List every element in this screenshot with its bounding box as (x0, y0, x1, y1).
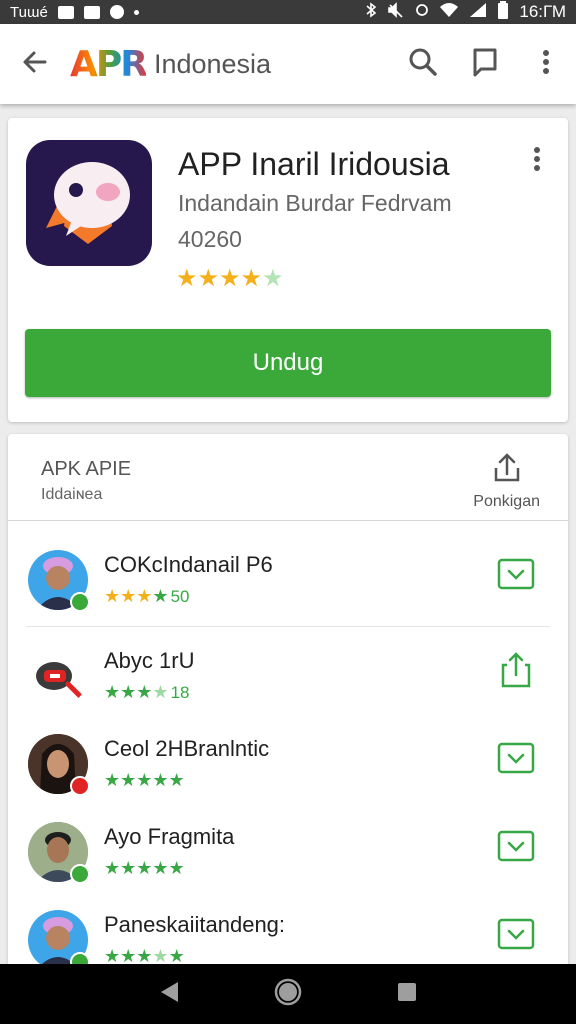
back-arrow-icon (21, 48, 49, 81)
avatar (28, 734, 90, 796)
list-item[interactable]: COKcIndanail P6 ★★★★ 50 (8, 534, 568, 622)
store-logo[interactable]: APR Indonesia (70, 44, 271, 85)
app-rating: ★★★★★ (176, 264, 284, 293)
share-button[interactable]: Ponkigan (473, 452, 540, 511)
download-icon (497, 558, 535, 595)
related-apps-card: APK APIE Iddaiɴea Ponkigan COKcIndanail … (8, 434, 568, 994)
signal-icon (469, 2, 487, 22)
install-label: Unduɡ (252, 349, 324, 376)
divider (8, 520, 568, 521)
more-vert-icon (533, 146, 541, 177)
clock: 16:ГМ (519, 2, 566, 21)
system-nav-bar (0, 964, 576, 1024)
bluetooth-icon (365, 2, 377, 22)
notification-icon (57, 5, 74, 19)
item-name: Ceol 2HBranlntic (104, 736, 270, 761)
list-item[interactable]: Abyc 1rU ★★★★ 18 (8, 630, 568, 718)
star-icon: ★ (262, 265, 284, 292)
carrier-label: Tu⁠ɯé (10, 3, 48, 21)
bookmark-icon (472, 47, 498, 82)
share-item-button[interactable] (496, 651, 536, 694)
notification-dot-icon (133, 9, 139, 15)
star-icon: ★ (219, 265, 241, 292)
list-item[interactable]: Ayo Fragmita ★★★★★ (8, 806, 568, 894)
item-rating: ★★★★★ (104, 770, 185, 790)
item-name: Ayo Fragmita (104, 824, 235, 849)
item-name: Paneskaiitandeng: (104, 912, 286, 937)
share-icon (499, 651, 533, 694)
nav-recents-icon (396, 981, 418, 1008)
star-icon: ★ (240, 265, 263, 292)
vibrate-icon (415, 2, 429, 22)
app-more-button[interactable] (522, 146, 552, 176)
notification-icon (109, 5, 124, 19)
download-button[interactable] (496, 828, 536, 868)
bookmark-button[interactable] (454, 24, 516, 104)
nav-recents-button[interactable] (382, 969, 432, 1019)
list-item[interactable]: Ceol 2HBranlntic ★★★★★ (8, 718, 568, 806)
developer-name[interactable]: Indandain Burdar Fedrvam (178, 190, 452, 217)
download-button[interactable] (496, 556, 536, 596)
avatar (28, 910, 90, 972)
item-name: Abyc 1rU (104, 648, 195, 673)
more-options-button[interactable] (516, 24, 576, 104)
badge-icon (70, 864, 90, 884)
app-title: APP Inaril Iridousia (178, 146, 450, 182)
item-name: COKcIndanail P6 (104, 552, 273, 577)
top-app-bar: APR Indonesia (0, 24, 576, 104)
nav-home-button[interactable] (263, 969, 313, 1019)
back-button[interactable] (0, 24, 70, 104)
share-label: Ponkigan (473, 493, 540, 510)
download-button[interactable] (496, 916, 536, 956)
download-icon (497, 918, 535, 955)
search-button[interactable] (392, 24, 454, 104)
avatar (28, 550, 90, 612)
item-rating: ★★★★ 18 (104, 682, 190, 702)
battery-icon (497, 1, 509, 23)
section-title: APK APIE (41, 458, 132, 480)
nav-back-button[interactable] (144, 969, 194, 1019)
section-subtitle: Iddaiɴea (41, 486, 103, 503)
download-button[interactable] (496, 740, 536, 780)
app-icon[interactable] (26, 140, 152, 266)
logo-text: Indonesia (153, 48, 272, 79)
divider (26, 626, 550, 627)
avatar (28, 646, 88, 706)
item-rating: ★★★★★ (104, 858, 185, 878)
avatar (28, 822, 90, 884)
logo-mark: APR (70, 43, 148, 85)
star-icon: ★ (176, 265, 198, 292)
item-rating: ★★★★ 50 (104, 586, 190, 606)
install-button[interactable]: Unduɡ (25, 329, 551, 397)
wifi-icon (439, 2, 459, 22)
download-icon (497, 742, 535, 779)
download-count: 40260 (178, 226, 242, 252)
search-icon (408, 47, 438, 82)
nav-home-icon (273, 977, 303, 1012)
badge-icon (70, 592, 90, 612)
app-detail-card: APP Inaril Iridousia Indandain Burdar Fe… (8, 118, 568, 422)
more-vert-icon (542, 49, 550, 80)
star-icon: ★ (197, 265, 220, 292)
download-icon (497, 830, 535, 867)
status-bar: Tu⁠ɯé 16:ГМ (0, 0, 576, 24)
nav-back-icon (158, 980, 180, 1009)
notification-icon (83, 5, 100, 19)
badge-icon (70, 776, 90, 796)
share-icon (490, 452, 524, 489)
mute-icon (387, 2, 405, 22)
item-rating-text: 18 (170, 683, 190, 702)
item-rating-text: 50 (170, 587, 190, 606)
